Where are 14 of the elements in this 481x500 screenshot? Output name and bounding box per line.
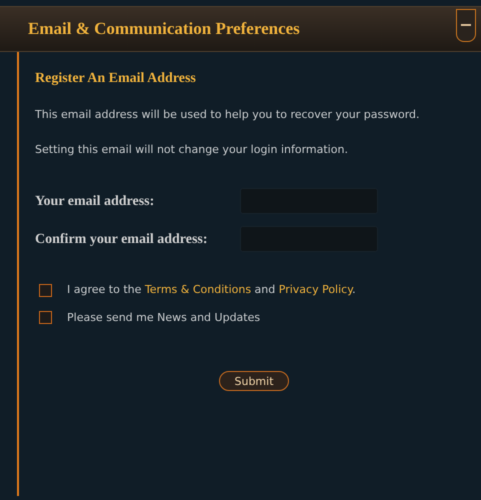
checkbox-label: Please send me News and Updates [67, 310, 260, 326]
panel-title: Email & Communication Preferences [28, 18, 300, 40]
collapse-button[interactable]: − [456, 8, 476, 42]
link[interactable]: Privacy Policy [278, 283, 352, 296]
checkbox-label: I agree to the Terms & Conditions and Privacy Policy. [67, 282, 356, 298]
info-text: This email address will be used to help you to recover your password. [35, 107, 420, 123]
field-label: Confirm your email address: [35, 230, 209, 248]
submit-button[interactable]: Submit [219, 371, 289, 391]
field-label: Your email address: [35, 192, 156, 210]
info-text: Setting this email will not change your login information. [35, 142, 349, 158]
checkbox[interactable] [39, 311, 52, 324]
link[interactable]: Terms & Conditions [144, 283, 252, 296]
section-heading: Register An Email Address [35, 70, 197, 88]
checkbox[interactable] [39, 284, 52, 297]
